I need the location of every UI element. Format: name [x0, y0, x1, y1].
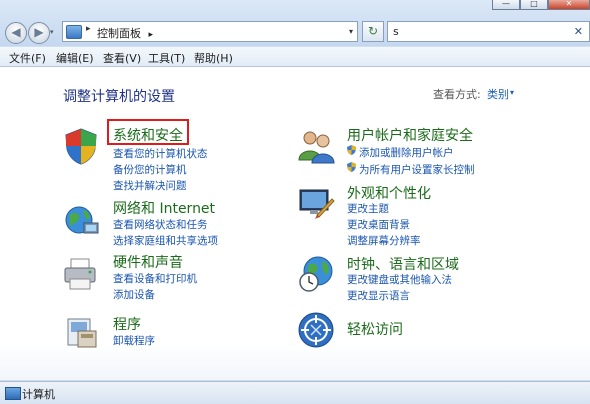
address-dropdown-icon[interactable]: ▾	[349, 27, 353, 36]
category-clock-language-region[interactable]: 时钟、语言和区域	[347, 254, 459, 274]
status-bar: 计算机	[0, 381, 590, 404]
search-input[interactable]: s ✕	[387, 21, 590, 42]
minimize-button[interactable]: —	[492, 0, 520, 10]
back-button[interactable]: ◀	[5, 22, 27, 44]
link-change-display-language[interactable]: 更改显示语言	[347, 288, 410, 303]
link-backup-computer[interactable]: 备份您的计算机	[113, 162, 187, 177]
uac-shield-icon	[347, 162, 356, 172]
maximize-button[interactable]: □	[520, 0, 548, 10]
menu-bar: 文件(F) 编辑(E) 查看(V) 工具(T) 帮助(H)	[0, 47, 590, 67]
window-controls: — □ ✕	[492, 0, 590, 10]
view-by-label: 查看方式:	[433, 88, 481, 101]
link-change-theme[interactable]: 更改主题	[347, 201, 389, 216]
link-view-computer-status[interactable]: 查看您的计算机状态	[113, 146, 208, 161]
appearance-icon[interactable]	[297, 185, 335, 223]
address-bar[interactable]: ▸ 控制面板 ▸ ▾	[62, 21, 358, 42]
clock-globe-icon[interactable]	[297, 255, 335, 293]
view-by-chevron-icon[interactable]: ▾	[510, 88, 514, 97]
category-user-accounts[interactable]: 用户帐户和家庭安全	[347, 125, 473, 145]
link-add-remove-accounts[interactable]: 添加或删除用户帐户	[359, 145, 454, 160]
close-button[interactable]: ✕	[548, 0, 590, 10]
menu-help[interactable]: 帮助(H)	[194, 50, 233, 66]
category-programs[interactable]: 程序	[113, 314, 141, 334]
link-uninstall-program[interactable]: 卸载程序	[113, 333, 155, 348]
users-icon[interactable]	[297, 127, 335, 165]
menu-tools[interactable]: 工具(T)	[148, 50, 185, 66]
category-network-internet[interactable]: 网络和 Internet	[113, 198, 215, 218]
globe-network-icon[interactable]	[62, 201, 100, 239]
ease-of-access-icon[interactable]	[297, 311, 335, 349]
page-title: 调整计算机的设置	[63, 89, 175, 105]
breadcrumb-control-panel[interactable]: 控制面板	[97, 27, 141, 40]
computer-icon	[5, 387, 21, 400]
breadcrumb-separator-icon[interactable]: ▸	[86, 24, 91, 34]
link-view-network-status[interactable]: 查看网络状态和任务	[113, 217, 208, 232]
link-homegroup-sharing[interactable]: 选择家庭组和共享选项	[113, 233, 218, 248]
programs-icon[interactable]	[62, 313, 100, 351]
link-add-device[interactable]: 添加设备	[113, 287, 155, 302]
control-panel-icon	[66, 25, 82, 39]
link-parental-controls[interactable]: 为所有用户设置家长控制	[359, 162, 475, 177]
link-screen-resolution[interactable]: 调整屏幕分辨率	[347, 233, 421, 248]
forward-button[interactable]: ▶	[28, 22, 50, 44]
link-change-background[interactable]: 更改桌面背景	[347, 217, 410, 232]
refresh-button[interactable]: ↻	[362, 21, 384, 42]
recent-pages-dropdown-icon[interactable]: ▾	[50, 28, 54, 36]
shield-icon[interactable]	[62, 127, 100, 165]
menu-edit[interactable]: 编辑(E)	[56, 50, 94, 66]
breadcrumb-separator-icon[interactable]: ▸	[149, 30, 154, 40]
breadcrumb[interactable]: 控制面板 ▸	[97, 25, 153, 41]
category-appearance[interactable]: 外观和个性化	[347, 183, 431, 203]
search-value: s	[393, 25, 399, 38]
link-troubleshoot[interactable]: 查找并解决问题	[113, 178, 187, 193]
category-hardware-sound[interactable]: 硬件和声音	[113, 252, 183, 272]
view-by-dropdown[interactable]: 类别	[487, 86, 509, 102]
category-ease-of-access[interactable]: 轻松访问	[347, 319, 403, 339]
clear-search-icon[interactable]: ✕	[574, 25, 583, 38]
link-change-input-method[interactable]: 更改键盘或其他输入法	[347, 272, 452, 287]
category-system-security[interactable]: 系统和安全	[113, 125, 183, 145]
printer-icon[interactable]	[62, 255, 100, 293]
link-devices-printers[interactable]: 查看设备和打印机	[113, 271, 197, 286]
status-text: 计算机	[22, 388, 55, 401]
menu-view[interactable]: 查看(V)	[103, 50, 141, 66]
menu-file[interactable]: 文件(F)	[9, 50, 46, 66]
control-panel-content: 调整计算机的设置 查看方式: 类别 ▾ 系统和安全 查看您的计算机状态 备份您的…	[0, 67, 590, 380]
uac-shield-icon	[347, 145, 356, 155]
title-bar: — □ ✕ ◀ ▶ ▾ ▸ 控制面板 ▸ ▾ ↻ s ✕	[0, 0, 590, 46]
